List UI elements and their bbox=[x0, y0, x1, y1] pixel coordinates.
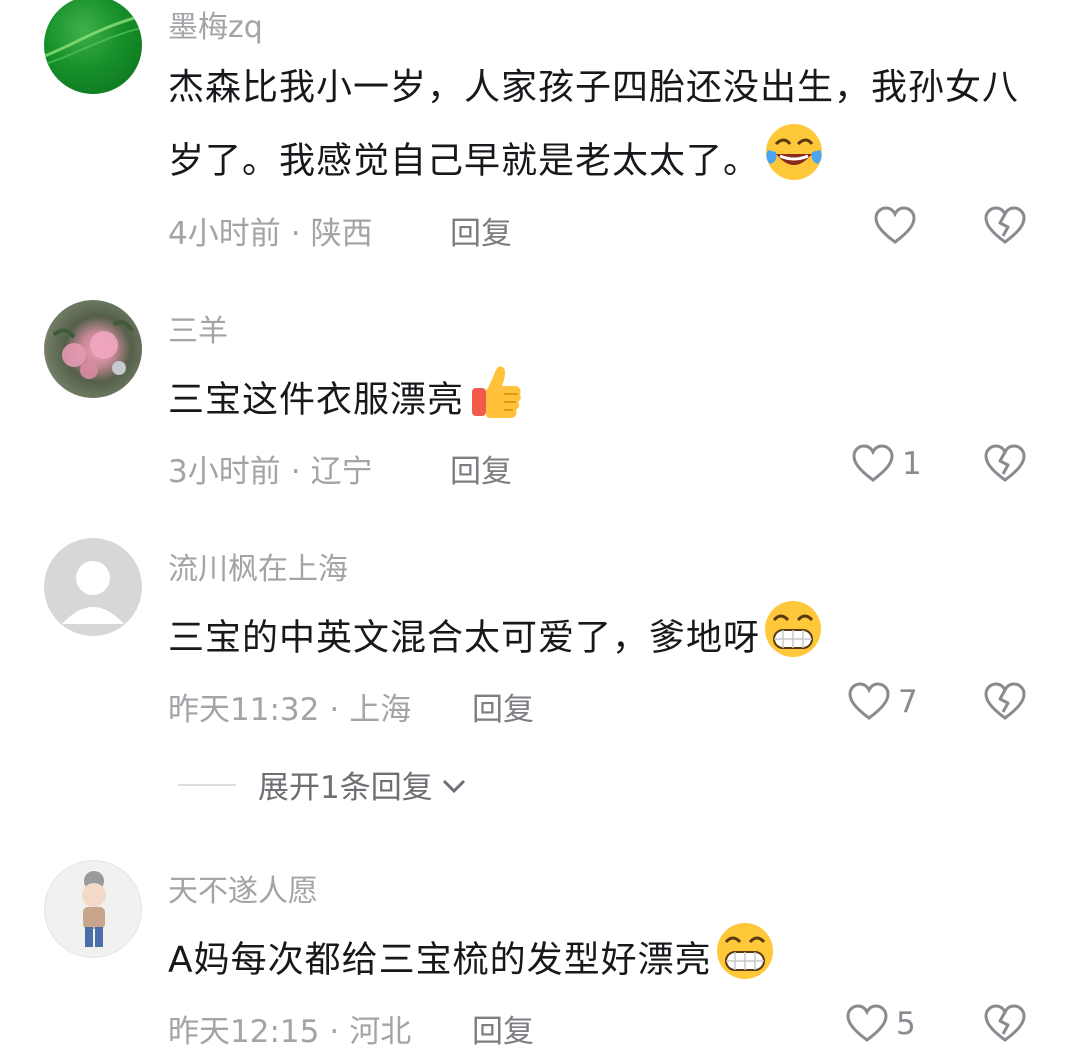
avatar-image bbox=[52, 320, 134, 379]
comment-text-content: 三宝的中英文混合太可爱了，爹地呀 bbox=[168, 617, 761, 659]
comment-meta: 4小时前 · 陕西 bbox=[168, 208, 373, 253]
reply-button[interactable]: 回复 bbox=[472, 684, 534, 729]
username[interactable]: 墨梅zq bbox=[168, 2, 263, 46]
like-count: 5 bbox=[896, 1006, 916, 1042]
timestamp: 3小时前 bbox=[168, 454, 281, 490]
heart-icon bbox=[846, 1004, 888, 1042]
comment-text-content: A妈每次都给三宝梳的发型好漂亮 bbox=[168, 939, 712, 981]
timestamp: 昨天12:15 bbox=[168, 1014, 320, 1050]
chevron-down-icon bbox=[441, 767, 467, 803]
separator: · bbox=[329, 1014, 340, 1050]
heart-icon bbox=[874, 206, 916, 244]
reply-button[interactable]: 回复 bbox=[450, 208, 512, 253]
username[interactable]: 流川枫在上海 bbox=[168, 544, 348, 588]
location: 河北 bbox=[349, 1014, 412, 1050]
default-avatar-icon bbox=[62, 561, 124, 624]
avatar[interactable] bbox=[44, 0, 142, 94]
broken-heart-icon bbox=[984, 682, 1026, 720]
separator: · bbox=[290, 216, 301, 252]
dislike-button[interactable] bbox=[984, 206, 1026, 250]
thumbs-up-emoji bbox=[466, 360, 528, 443]
comment-meta: 3小时前 · 辽宁 bbox=[168, 446, 373, 491]
comment-text-content: 杰森比我小一岁，人家孩子四胎还没出生，我孙女八岁了。我感觉自己早就是老太太了。 bbox=[168, 67, 1020, 182]
location: 辽宁 bbox=[310, 454, 373, 490]
grin-emoji bbox=[714, 920, 776, 1003]
comment-item: 墨梅zq 杰森比我小一岁，人家孩子四胎还没出生，我孙女八岁了。我感觉自己早就是老… bbox=[0, 0, 1080, 260]
heart-icon bbox=[852, 444, 894, 482]
like-button[interactable]: 5 bbox=[846, 1004, 916, 1044]
dislike-button[interactable] bbox=[984, 1004, 1026, 1048]
expand-replies-label: 展开1条回复 bbox=[258, 770, 433, 806]
separator: · bbox=[329, 692, 340, 728]
comment-text: 杰森比我小一岁，人家孩子四胎还没出生，我孙女八岁了。我感觉自己早就是老太太了。 bbox=[168, 56, 1048, 205]
location: 上海 bbox=[349, 692, 412, 728]
reply-button[interactable]: 回复 bbox=[472, 1006, 534, 1051]
avatar[interactable] bbox=[44, 538, 142, 636]
comment-item: 三羊 三宝这件衣服漂亮 3小时前 · 辽宁 回复 1 bbox=[0, 296, 1080, 506]
comment-text-content: 三宝这件衣服漂亮 bbox=[168, 379, 465, 421]
avatar-image bbox=[44, 14, 142, 66]
like-button[interactable] bbox=[874, 206, 924, 246]
broken-heart-icon bbox=[984, 206, 1026, 244]
like-count: 1 bbox=[902, 446, 922, 482]
heart-icon bbox=[848, 682, 890, 720]
dislike-button[interactable] bbox=[984, 682, 1026, 726]
comment-text: A妈每次都给三宝梳的发型好漂亮 bbox=[168, 920, 1048, 1003]
avatar-image bbox=[82, 871, 106, 947]
grin-emoji bbox=[762, 598, 824, 681]
timestamp: 昨天11:32 bbox=[168, 692, 320, 728]
comment-item: 流川枫在上海 三宝的中英文混合太可爱了，爹地呀 昨天11:32 · 上海 回复 7 bbox=[0, 534, 1080, 824]
broken-heart-icon bbox=[984, 444, 1026, 482]
broken-heart-icon bbox=[984, 1004, 1026, 1042]
avatar[interactable] bbox=[44, 860, 142, 958]
like-count: 7 bbox=[898, 684, 918, 720]
username[interactable]: 三羊 bbox=[168, 306, 228, 350]
like-button[interactable]: 1 bbox=[852, 444, 922, 484]
comment-meta: 昨天11:32 · 上海 bbox=[168, 684, 411, 729]
divider-line bbox=[178, 783, 236, 786]
laugh-cry-emoji bbox=[762, 120, 826, 205]
dislike-button[interactable] bbox=[984, 444, 1026, 488]
avatar[interactable] bbox=[44, 300, 142, 398]
comment-text: 三宝的中英文混合太可爱了，爹地呀 bbox=[168, 598, 1048, 681]
separator: · bbox=[290, 454, 301, 490]
comment-text: 三宝这件衣服漂亮 bbox=[168, 360, 1048, 443]
timestamp: 4小时前 bbox=[168, 216, 281, 252]
comment-meta: 昨天12:15 · 河北 bbox=[168, 1006, 411, 1051]
reply-button[interactable]: 回复 bbox=[450, 446, 512, 491]
location: 陕西 bbox=[310, 216, 373, 252]
like-button[interactable]: 7 bbox=[848, 682, 918, 722]
comment-item: 天不遂人愿 A妈每次都给三宝梳的发型好漂亮 昨天12:15 · 河北 回复 5 bbox=[0, 856, 1080, 1055]
expand-replies-button[interactable]: 展开1条回复 bbox=[178, 762, 467, 807]
username[interactable]: 天不遂人愿 bbox=[168, 866, 318, 910]
